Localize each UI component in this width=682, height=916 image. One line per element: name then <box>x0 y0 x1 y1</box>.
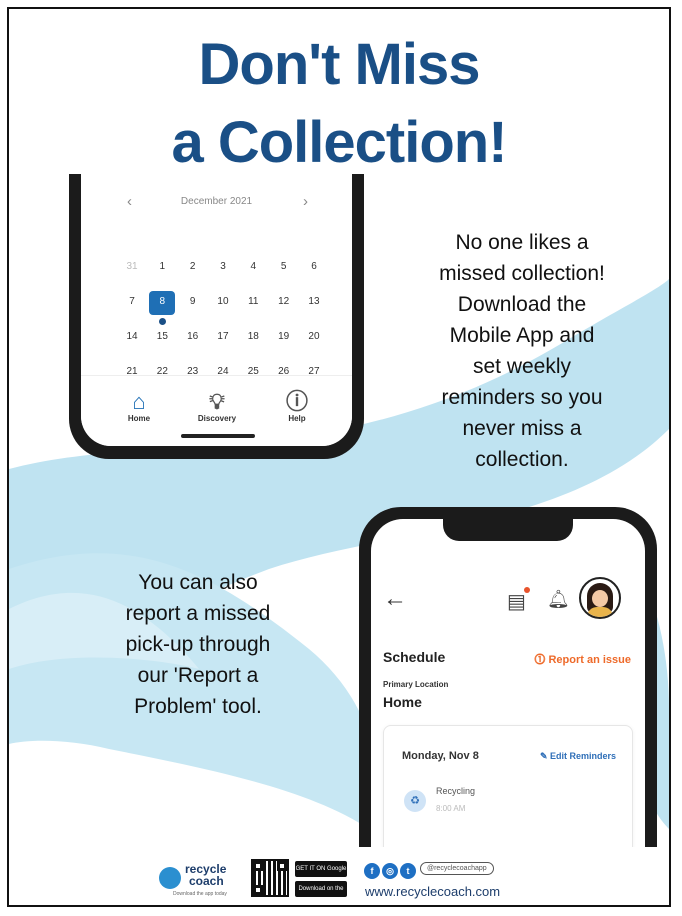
calendar-day[interactable]: 15 <box>149 326 175 361</box>
download-message: No one likes a missed collection! Download… <box>397 227 647 475</box>
bottom-nav: ⌂ Home 💡︎ Discovery ⓘ Help <box>81 375 352 446</box>
location-value[interactable]: Home <box>383 694 422 710</box>
calendar-day[interactable]: 3 <box>210 256 236 291</box>
calendar-week: 7 8 9 10 11 12 13 <box>119 291 327 326</box>
home-icon: ⌂ <box>132 389 146 414</box>
avatar[interactable] <box>579 577 621 619</box>
website-link[interactable]: www.recyclecoach.com <box>365 884 500 899</box>
nav-discovery-label: Discovery <box>197 414 237 423</box>
schedule-card: Monday, Nov 8 ✎ Edit Reminders ♻ Recycli… <box>383 725 633 847</box>
calendar-day[interactable]: 19 <box>271 326 297 361</box>
message-line: set weekly <box>472 355 572 378</box>
calendar-day[interactable]: 11 <box>240 291 266 326</box>
message-line: our 'Report a <box>137 664 259 687</box>
calendar-day[interactable]: 2 <box>180 256 206 291</box>
calendar-day[interactable]: 16 <box>180 326 206 361</box>
phone-notch <box>443 519 573 541</box>
calendar-day[interactable]: 7 <box>119 291 145 326</box>
calendar-week: 14 15 16 17 18 19 20 <box>119 326 327 361</box>
app-store-badge[interactable]: Download on the App Store <box>295 881 347 905</box>
nav-help-label: Help <box>288 414 306 423</box>
message-line: collection. <box>475 448 569 471</box>
message-line: report a missed <box>125 602 271 625</box>
calendar-day[interactable]: 4 <box>240 256 266 291</box>
footer: recycle coach Download the app today GET… <box>9 849 669 905</box>
schedule-title: Schedule <box>383 649 446 665</box>
edit-reminders-link[interactable]: ✎ Edit Reminders <box>540 751 616 762</box>
message-line: Mobile App and <box>449 324 595 347</box>
message-line: never miss a <box>462 417 582 440</box>
calendar-day[interactable]: 1 <box>149 256 175 291</box>
calendar-day[interactable]: 17 <box>210 326 236 361</box>
twitter-icon[interactable]: t <box>400 863 416 879</box>
message-line: reminders so you <box>441 386 603 409</box>
calendar-day[interactable]: 13 <box>301 291 327 326</box>
logo-icon <box>159 867 181 889</box>
message-line: Problem' tool. <box>134 695 262 718</box>
headline-line-2: a Collection! <box>171 110 507 175</box>
lightbulb-icon: 💡︎ <box>209 389 225 414</box>
collection-item: Recycling <box>436 786 476 796</box>
report-issue-link[interactable]: ⓵ Report an issue <box>534 651 631 667</box>
nav-help[interactable]: ⓘ Help <box>267 389 327 424</box>
recycle-coach-logo[interactable]: recycle coach Download the app today <box>159 861 247 897</box>
google-play-badge[interactable]: GET IT ON Google Play <box>295 861 347 888</box>
notes-icon[interactable]: ▤ <box>507 587 530 614</box>
schedule-screen: ← ▤ 🔔︎ Schedule ⓵ Report an issue Primar… <box>371 519 645 847</box>
calendar-day[interactable]: 20 <box>301 326 327 361</box>
calendar-week: 31 1 2 3 4 5 6 <box>119 256 327 291</box>
home-indicator <box>181 434 255 438</box>
calendar-day[interactable]: 18 <box>240 326 266 361</box>
collection-date: Monday, Nov 8 <box>402 750 479 762</box>
instagram-icon[interactable]: ◎ <box>382 863 398 879</box>
calendar-day[interactable]: 5 <box>271 256 297 291</box>
message-line: pick-up through <box>125 633 271 656</box>
message-line: missed collection! <box>439 262 605 285</box>
message-line: Download the <box>457 293 587 316</box>
qr-code[interactable] <box>251 859 289 897</box>
calendar-day[interactable]: 12 <box>271 291 297 326</box>
help-icon: ⓘ <box>285 389 308 414</box>
message-line: You can also <box>138 571 258 594</box>
back-arrow-icon[interactable]: ← <box>383 585 407 613</box>
calendar-month: December 2021 <box>180 196 253 207</box>
nav-home-label: Home <box>127 414 151 423</box>
calendar-day[interactable]: 9 <box>180 291 206 326</box>
social-handle[interactable]: @recyclecoachapp <box>420 862 494 875</box>
chevron-right-icon[interactable]: › <box>303 193 308 210</box>
report-message: You can also report a missed pick-up throu… <box>73 567 323 722</box>
schedule-phone: ← ▤ 🔔︎ Schedule ⓵ Report an issue Primar… <box>359 507 657 847</box>
calendar-phone: ‹ December 2021 › 31 1 2 3 4 5 6 7 8 9 10 11 12 13 14 1… <box>69 174 364 459</box>
calendar-day[interactable]: 14 <box>119 326 145 361</box>
location-label: Primary Location <box>383 680 449 689</box>
message-line: No one likes a <box>455 231 589 254</box>
calendar-day[interactable]: 31 <box>119 256 145 291</box>
calendar-day-selected[interactable]: 8 <box>149 291 176 325</box>
nav-home[interactable]: ⌂ Home <box>109 389 169 424</box>
calendar-day[interactable]: 10 <box>210 291 236 326</box>
collection-time: 8:00 AM <box>436 804 466 813</box>
calendar-day[interactable]: 6 <box>301 256 327 291</box>
calendar-screen: ‹ December 2021 › 31 1 2 3 4 5 6 7 8 9 10 11 12 13 14 1… <box>81 174 352 446</box>
recycling-bin-icon: ♻ <box>404 790 426 812</box>
headline-line-1: Don't Miss <box>198 32 481 97</box>
nav-discovery[interactable]: 💡︎ Discovery <box>187 389 247 424</box>
bell-icon[interactable]: 🔔︎ <box>547 589 570 610</box>
facebook-icon[interactable]: f <box>364 863 380 879</box>
poster: Don't Miss a Collection! ‹ December 2021… <box>7 7 671 907</box>
